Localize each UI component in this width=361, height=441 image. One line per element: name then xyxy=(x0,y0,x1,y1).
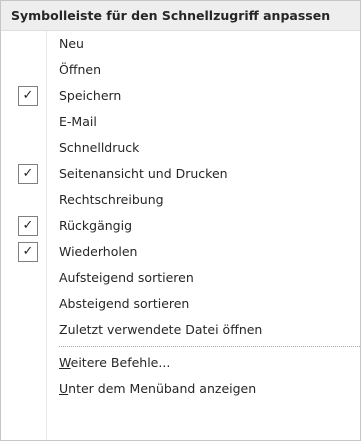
menu-item-label-rest: eitere Befehle... xyxy=(70,355,171,370)
menu-item-speichern[interactable]: ✓ Speichern xyxy=(1,83,360,109)
menu-item-email[interactable]: E-Mail xyxy=(1,109,360,135)
separator-line xyxy=(59,346,360,347)
menu-item-rueckgaengig[interactable]: ✓ Rückgängig xyxy=(1,213,360,239)
menu-item-label: Aufsteigend sortieren xyxy=(59,270,194,285)
checkmark-icon: ✓ xyxy=(18,242,38,262)
menu-item-label: Neu xyxy=(59,36,84,51)
menu-item-label: Wiederholen xyxy=(59,244,138,259)
menu-item-rechtschreibung[interactable]: Rechtschreibung xyxy=(1,187,360,213)
menu-item-neu[interactable]: Neu xyxy=(1,31,360,57)
accelerator-key: U xyxy=(59,381,69,396)
menu-item-zuletzt-verwendete-datei[interactable]: Zuletzt verwendete Datei öffnen xyxy=(1,317,360,343)
menu-item-label: Zuletzt verwendete Datei öffnen xyxy=(59,322,263,337)
menu-item-label: Weitere Befehle... xyxy=(59,350,170,376)
menu-item-label: Rückgängig xyxy=(59,218,133,233)
menu-item-label: Rechtschreibung xyxy=(59,192,164,207)
menu-item-absteigend-sortieren[interactable]: Absteigend sortieren xyxy=(1,291,360,317)
accelerator-key: W xyxy=(59,355,71,370)
menu-item-label: Speichern xyxy=(59,88,122,103)
checkmark-icon: ✓ xyxy=(18,86,38,106)
menu-item-unter-menueband-anzeigen[interactable]: Unter dem Menüband anzeigen xyxy=(1,376,360,402)
menu-item-wiederholen[interactable]: ✓ Wiederholen xyxy=(1,239,360,265)
menu-item-label: Öffnen xyxy=(59,62,101,77)
menu-title: Symbolleiste für den Schnellzugriff anpa… xyxy=(1,1,360,31)
customize-quick-access-menu: Symbolleiste für den Schnellzugriff anpa… xyxy=(0,0,361,441)
checkmark-icon: ✓ xyxy=(18,216,38,236)
menu-item-label: Seitenansicht und Drucken xyxy=(59,166,228,181)
menu-item-label: E-Mail xyxy=(59,114,97,129)
menu-item-schnelldruck[interactable]: Schnelldruck xyxy=(1,135,360,161)
menu-item-label: Absteigend sortieren xyxy=(59,296,190,311)
menu-item-weitere-befehle[interactable]: Weitere Befehle... xyxy=(1,350,360,376)
menu-item-label: Schnelldruck xyxy=(59,140,140,155)
menu-item-seitenansicht[interactable]: ✓ Seitenansicht und Drucken xyxy=(1,161,360,187)
menu-item-label-rest: nter dem Menüband anzeigen xyxy=(68,381,257,396)
menu-item-oeffnen[interactable]: Öffnen xyxy=(1,57,360,83)
menu-item-label: Unter dem Menüband anzeigen xyxy=(59,376,256,402)
checkmark-icon: ✓ xyxy=(18,164,38,184)
menu-item-aufsteigend-sortieren[interactable]: Aufsteigend sortieren xyxy=(1,265,360,291)
menu-separator xyxy=(1,343,360,350)
